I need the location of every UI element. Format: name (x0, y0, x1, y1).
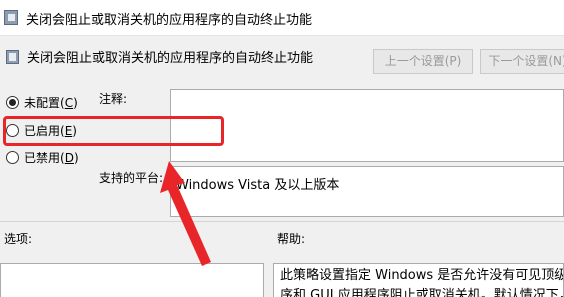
annotation-arrow (160, 161, 211, 266)
